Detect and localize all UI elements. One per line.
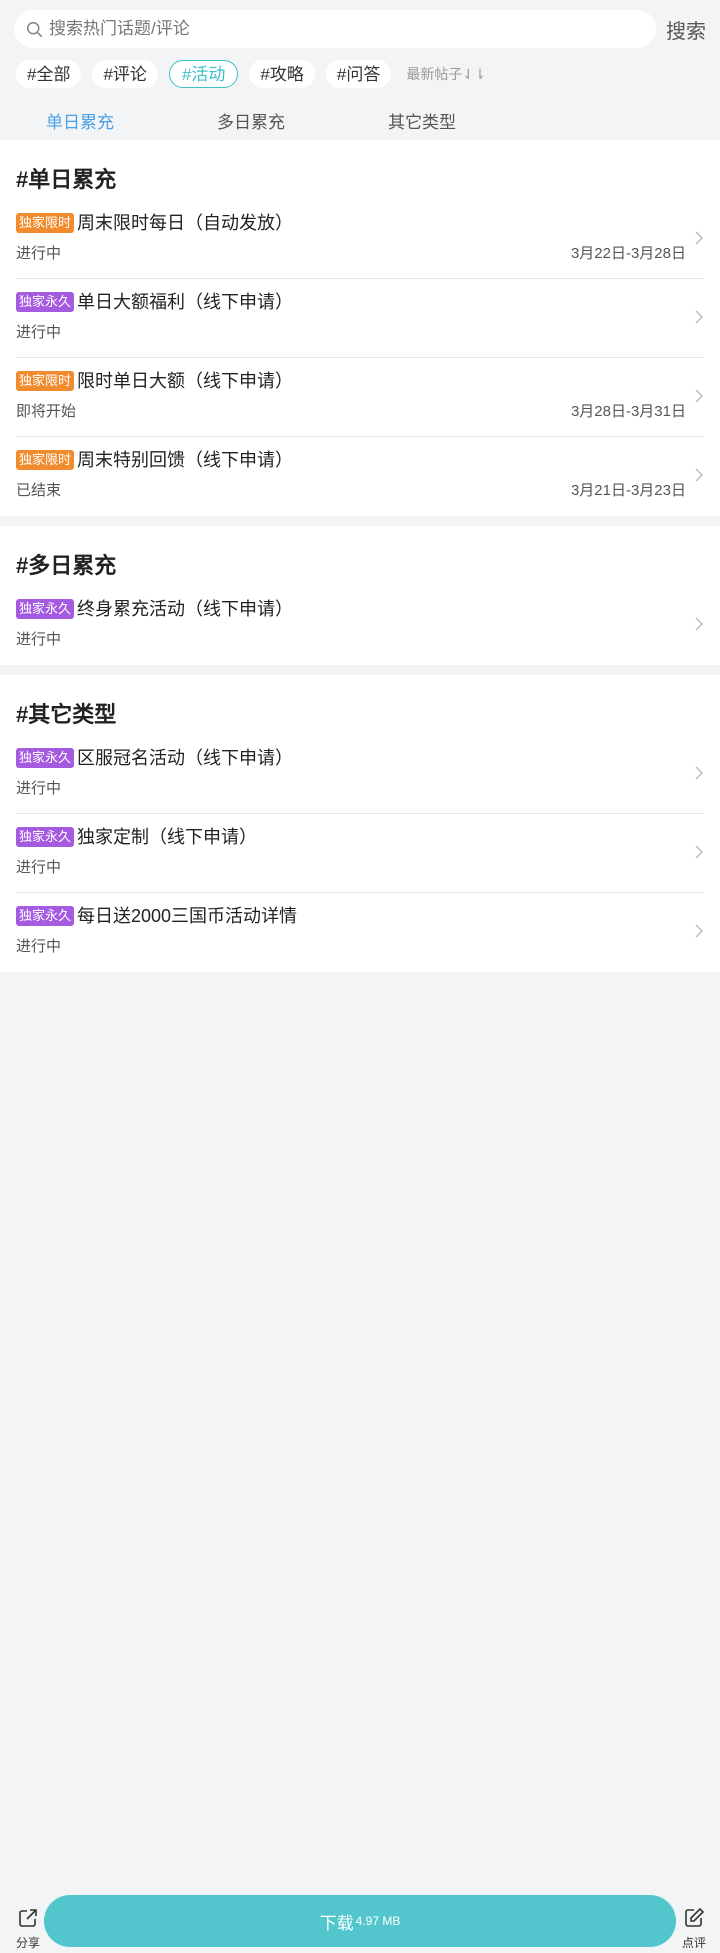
badge-forever: 独家永久 — [16, 748, 75, 768]
chip-all[interactable]: #全部 — [16, 60, 82, 88]
search-row: 搜索 — [14, 10, 706, 48]
item-title: 周末特别回馈（线下申请） — [77, 450, 293, 470]
item-status: 进行中 — [16, 780, 62, 797]
chevron-right-icon — [695, 310, 704, 324]
badge-limited: 独家限时 — [16, 213, 75, 233]
item-title: 单日大额福利（线下申请） — [77, 292, 293, 312]
list-item[interactable]: 独家永久 区服冠名活动（线下申请） 进行中 — [16, 735, 704, 814]
list-item[interactable]: 独家限时 限时单日大额（线下申请） 即将开始 3月28日-3月31日 — [16, 358, 704, 437]
item-status: 进行中 — [16, 859, 62, 876]
section-multi-day: #多日累充 独家永久 终身累充活动（线下申请） 进行中 — [0, 526, 720, 665]
section-other: #其它类型 独家永久 区服冠名活动（线下申请） 进行中 独家永久 独家定制（线下… — [0, 675, 720, 972]
item-date: 3月22日-3月28日 — [570, 245, 686, 262]
bottom-bar: 分享 下载 4.97 MB 点评 — [0, 1893, 720, 1953]
section-title: #多日累充 — [16, 553, 117, 578]
list-item[interactable]: 独家永久 每日送2000三国币活动详情 进行中 — [16, 893, 704, 972]
chevron-right-icon — [695, 617, 704, 631]
badge-forever: 独家永久 — [16, 906, 75, 926]
item-title: 区服冠名活动（线下申请） — [77, 748, 293, 768]
section-title: #其它类型 — [16, 702, 117, 727]
section-single-day: #单日累充 独家限时 周末限时每日（自动发放） 进行中 3月22日-3月28日 … — [0, 140, 720, 516]
list-item[interactable]: 独家永久 独家定制（线下申请） 进行中 — [16, 814, 704, 893]
section-divider — [0, 665, 720, 675]
item-status: 进行中 — [16, 938, 62, 955]
item-status: 进行中 — [16, 245, 62, 262]
share-label: 分享 — [15, 1936, 40, 1950]
download-size: 4.97 MB — [355, 1914, 401, 1928]
list-item[interactable]: 独家限时 周末特别回馈（线下申请） 已结束 3月21日-3月23日 — [16, 437, 704, 516]
share-icon — [19, 1909, 37, 1927]
search-box[interactable] — [14, 10, 656, 48]
category-tabs: 单日累充 多日累充 其它类型 — [0, 108, 720, 140]
edit-icon — [685, 1907, 705, 1927]
list-item[interactable]: 独家永久 终身累充活动（线下申请） 进行中 — [16, 586, 704, 665]
badge-forever: 独家永久 — [16, 292, 75, 312]
list-item[interactable]: 独家限时 周末限时每日（自动发放） 进行中 3月22日-3月28日 — [16, 200, 704, 279]
search-icon — [26, 21, 43, 37]
filter-chips: #全部 #评论 #活动 #攻略 #问答 最新帖子⇃⇂ — [16, 60, 486, 88]
badge-forever: 独家永久 — [16, 827, 75, 847]
tab-other[interactable]: 其它类型 — [388, 108, 456, 133]
item-title: 独家定制（线下申请） — [77, 827, 257, 847]
chip-comment[interactable]: #评论 — [92, 60, 158, 88]
chip-qa[interactable]: #问答 — [325, 60, 392, 88]
item-date: 3月21日-3月23日 — [570, 482, 686, 499]
chevron-right-icon — [695, 766, 704, 780]
tab-multi-day[interactable]: 多日累充 — [217, 108, 285, 133]
item-title: 限时单日大额（线下申请） — [77, 371, 293, 391]
chevron-right-icon — [695, 924, 704, 938]
list-item[interactable]: 独家永久 单日大额福利（线下申请） 进行中 — [16, 279, 704, 358]
item-status: 即将开始 — [16, 403, 77, 420]
search-input[interactable] — [49, 19, 609, 39]
badge-limited: 独家限时 — [16, 450, 75, 470]
item-status: 进行中 — [16, 324, 62, 341]
item-title: 周末限时每日（自动发放） — [77, 213, 293, 233]
badge-forever: 独家永久 — [16, 599, 75, 619]
item-status: 进行中 — [16, 631, 62, 648]
item-title: 每日送2000三国币活动详情 — [77, 906, 298, 926]
item-status: 已结束 — [16, 482, 62, 499]
download-button[interactable]: 下载 4.97 MB — [44, 1895, 676, 1947]
section-title: #单日累充 — [16, 167, 117, 192]
section-divider — [0, 516, 720, 526]
review-label: 点评 — [681, 1936, 706, 1950]
download-label: 下载 — [319, 1913, 354, 1933]
chevron-right-icon — [695, 845, 704, 859]
badge-limited: 独家限时 — [16, 371, 75, 391]
chip-guide[interactable]: #攻略 — [249, 60, 315, 88]
search-button[interactable]: 搜索 — [666, 15, 706, 44]
sort-button[interactable]: 最新帖子⇃⇂ — [406, 64, 485, 84]
top-bar: 搜索 #全部 #评论 #活动 #攻略 #问答 最新帖子⇃⇂ 单日累充 多日累充 … — [0, 0, 720, 140]
review-button[interactable]: 点评 — [680, 1907, 708, 1951]
chevron-right-icon — [695, 389, 704, 403]
share-button[interactable]: 分享 — [14, 1907, 42, 1951]
chip-activity[interactable]: #活动 — [168, 60, 239, 88]
tab-single-day[interactable]: 单日累充 — [46, 108, 114, 133]
chevron-right-icon — [695, 468, 704, 482]
item-date: 3月28日-3月31日 — [570, 403, 686, 420]
item-title: 终身累充活动（线下申请） — [77, 599, 293, 619]
chevron-right-icon — [695, 231, 704, 245]
